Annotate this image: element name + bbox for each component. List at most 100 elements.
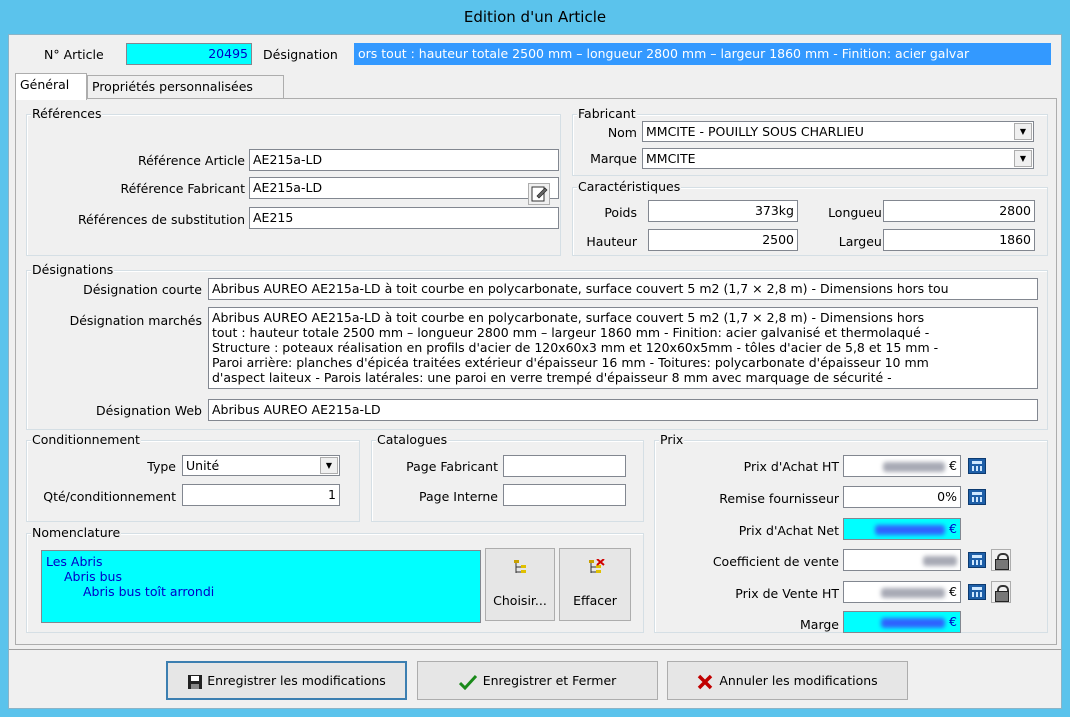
fabricant-marque-label: Marque bbox=[590, 151, 637, 166]
type-select[interactable]: Unité ▼ bbox=[182, 455, 340, 476]
remise-field[interactable]: 0% bbox=[843, 486, 961, 508]
save-button[interactable]: Enregistrer les modifications bbox=[166, 661, 407, 700]
ref-fabricant-label: Référence Fabricant bbox=[120, 181, 245, 196]
qte-label: Qté/conditionnement bbox=[43, 489, 176, 504]
fabricant-group: Fabricant Nom MMCITE - POUILLY SOUS CHAR… bbox=[572, 107, 1048, 176]
ref-article-label: Référence Article bbox=[137, 153, 245, 168]
currency-symbol: € bbox=[949, 584, 957, 599]
choose-label: Choisir... bbox=[493, 593, 547, 608]
page-interne-field[interactable] bbox=[503, 484, 626, 506]
ref-article-field[interactable]: AE215a-LD bbox=[249, 149, 559, 171]
designation-marches-textarea[interactable]: Abribus AUREO AE215a-LD à toit courbe en… bbox=[208, 307, 1038, 389]
save-label: Enregistrer les modifications bbox=[207, 673, 386, 688]
tree-item[interactable]: Les Abris bbox=[46, 554, 476, 569]
tree-item[interactable]: Abris bus bbox=[46, 569, 476, 584]
fabricant-nom-value: MMCITE - POUILLY SOUS CHARLIEU bbox=[646, 124, 864, 139]
qte-field[interactable]: 1 bbox=[182, 484, 340, 506]
hauteur-label: Hauteur bbox=[586, 234, 637, 249]
type-value: Unité bbox=[186, 458, 220, 473]
prix-achat-net-label: Prix d'Achat Net bbox=[738, 523, 839, 538]
footer-separator bbox=[9, 649, 1061, 650]
fabricant-nom-select[interactable]: MMCITE - POUILLY SOUS CHARLIEU ▼ bbox=[642, 121, 1034, 142]
poids-label: Poids bbox=[604, 205, 637, 220]
conditionnement-title: Conditionnement bbox=[31, 432, 141, 447]
designation-marches-label: Désignation marchés bbox=[69, 313, 202, 328]
ref-substitution-field[interactable]: AE215 bbox=[249, 207, 559, 229]
redacted-value bbox=[923, 555, 957, 566]
chevron-down-icon[interactable]: ▼ bbox=[1014, 150, 1032, 167]
edit-icon bbox=[531, 186, 548, 202]
fabricant-title: Fabricant bbox=[577, 106, 637, 121]
caracteristiques-group: Caractéristiques Poids 373kg Longueur 28… bbox=[572, 180, 1048, 256]
designation-marches-line: Structure : poteaux réalisation en profi… bbox=[212, 340, 939, 355]
fabricant-marque-value: MMCITE bbox=[646, 151, 696, 166]
save-close-label: Enregistrer et Fermer bbox=[482, 673, 617, 688]
tree-icon bbox=[514, 560, 526, 573]
tab-general[interactable]: Général bbox=[15, 73, 87, 100]
redacted-value bbox=[881, 617, 946, 628]
currency-symbol: € bbox=[949, 521, 957, 536]
currency-symbol: € bbox=[949, 614, 957, 629]
clear-label: Effacer bbox=[573, 593, 617, 608]
dialog-client: N° Article 20495 Désignation ors tout : … bbox=[8, 34, 1062, 709]
cross-icon bbox=[698, 674, 713, 689]
designation-courte-field[interactable]: Abribus AUREO AE215a-LD à toit courbe en… bbox=[208, 278, 1038, 300]
app-window: Edition d'un Article N° Article 20495 Dé… bbox=[0, 0, 1070, 717]
save-icon bbox=[188, 674, 203, 689]
page-fabricant-label: Page Fabricant bbox=[406, 459, 498, 474]
designation-marches-line: Abribus AUREO AE215a-LD à toit courbe en… bbox=[212, 310, 925, 325]
references-group: Références Référence Article AE215a-LD R… bbox=[26, 107, 561, 256]
designation-courte-label: Désignation courte bbox=[83, 282, 202, 297]
largeur-field[interactable]: 1860 bbox=[883, 229, 1035, 251]
fabricant-nom-label: Nom bbox=[607, 125, 637, 140]
longueur-label: Longueur bbox=[828, 205, 887, 220]
coef-field[interactable] bbox=[843, 549, 961, 571]
clear-nomenclature-button[interactable]: Effacer bbox=[559, 548, 631, 621]
catalogues-title: Catalogues bbox=[376, 432, 449, 447]
nomenclature-tree[interactable]: Les Abris Abris bus Abris bus toît arron… bbox=[41, 550, 481, 623]
redacted-value bbox=[875, 524, 946, 535]
hauteur-field[interactable]: 2500 bbox=[648, 229, 798, 251]
prix-group: Prix Prix d'Achat HT € Remise fournisseu… bbox=[654, 433, 1048, 633]
prix-achat-ht-field[interactable]: € bbox=[843, 455, 961, 477]
designation-field[interactable]: ors tout : hauteur totale 2500 mm – long… bbox=[354, 43, 1051, 65]
ref-fabricant-field[interactable]: AE215a-LD bbox=[249, 177, 559, 199]
calculator-icon[interactable] bbox=[968, 489, 986, 505]
marge-label: Marge bbox=[800, 617, 839, 632]
calculator-icon[interactable] bbox=[968, 552, 986, 568]
tree-item[interactable]: Abris bus toît arrondi bbox=[46, 584, 476, 599]
designations-title: Désignations bbox=[31, 262, 115, 277]
calculator-icon[interactable] bbox=[968, 458, 986, 474]
page-fabricant-field[interactable] bbox=[503, 455, 626, 477]
save-close-button[interactable]: Enregistrer et Fermer bbox=[417, 661, 658, 700]
calculator-icon[interactable] bbox=[968, 584, 986, 600]
tab-custom-properties[interactable]: Propriétés personnalisées bbox=[87, 75, 284, 99]
designation-marches-line: Paroi arrière: planches d'épicéa traitée… bbox=[212, 355, 929, 370]
lock-icon[interactable] bbox=[991, 581, 1011, 603]
cancel-button[interactable]: Annuler les modifications bbox=[667, 661, 908, 700]
tab-panel-general: Références Référence Article AE215a-LD R… bbox=[15, 98, 1057, 645]
references-title: Références bbox=[31, 106, 103, 121]
redacted-value bbox=[883, 461, 946, 472]
chevron-down-icon[interactable]: ▼ bbox=[1014, 123, 1032, 140]
prix-vente-ht-field[interactable]: € bbox=[843, 581, 961, 603]
nomenclature-title: Nomenclature bbox=[31, 525, 122, 540]
type-label: Type bbox=[147, 459, 176, 474]
choose-nomenclature-button[interactable]: Choisir... bbox=[485, 548, 555, 621]
conditionnement-group: Conditionnement Type Unité ▼ Qté/conditi… bbox=[26, 433, 360, 522]
poids-field[interactable]: 373kg bbox=[648, 200, 798, 222]
designation-web-field[interactable]: Abribus AUREO AE215a-LD bbox=[208, 399, 1038, 421]
checkmark-icon bbox=[458, 674, 477, 690]
fabricant-marque-select[interactable]: MMCITE ▼ bbox=[642, 148, 1034, 169]
chevron-down-icon[interactable]: ▼ bbox=[320, 457, 338, 474]
marge-field: € bbox=[843, 611, 961, 633]
longueur-field[interactable]: 2800 bbox=[883, 200, 1035, 222]
nomenclature-group: Nomenclature Les Abris Abris bus Abris b… bbox=[26, 526, 644, 633]
lock-icon[interactable] bbox=[991, 549, 1011, 571]
article-number-field[interactable]: 20495 bbox=[126, 43, 252, 65]
catalogues-group: Catalogues Page Fabricant Page Interne bbox=[371, 433, 644, 522]
designation-marches-line: d'aspect laiteux - Parois latérales: une… bbox=[212, 370, 892, 385]
coef-label: Coefficient de vente bbox=[712, 554, 839, 569]
edit-reference-button[interactable] bbox=[528, 183, 550, 205]
prix-achat-net-field: € bbox=[843, 518, 961, 540]
